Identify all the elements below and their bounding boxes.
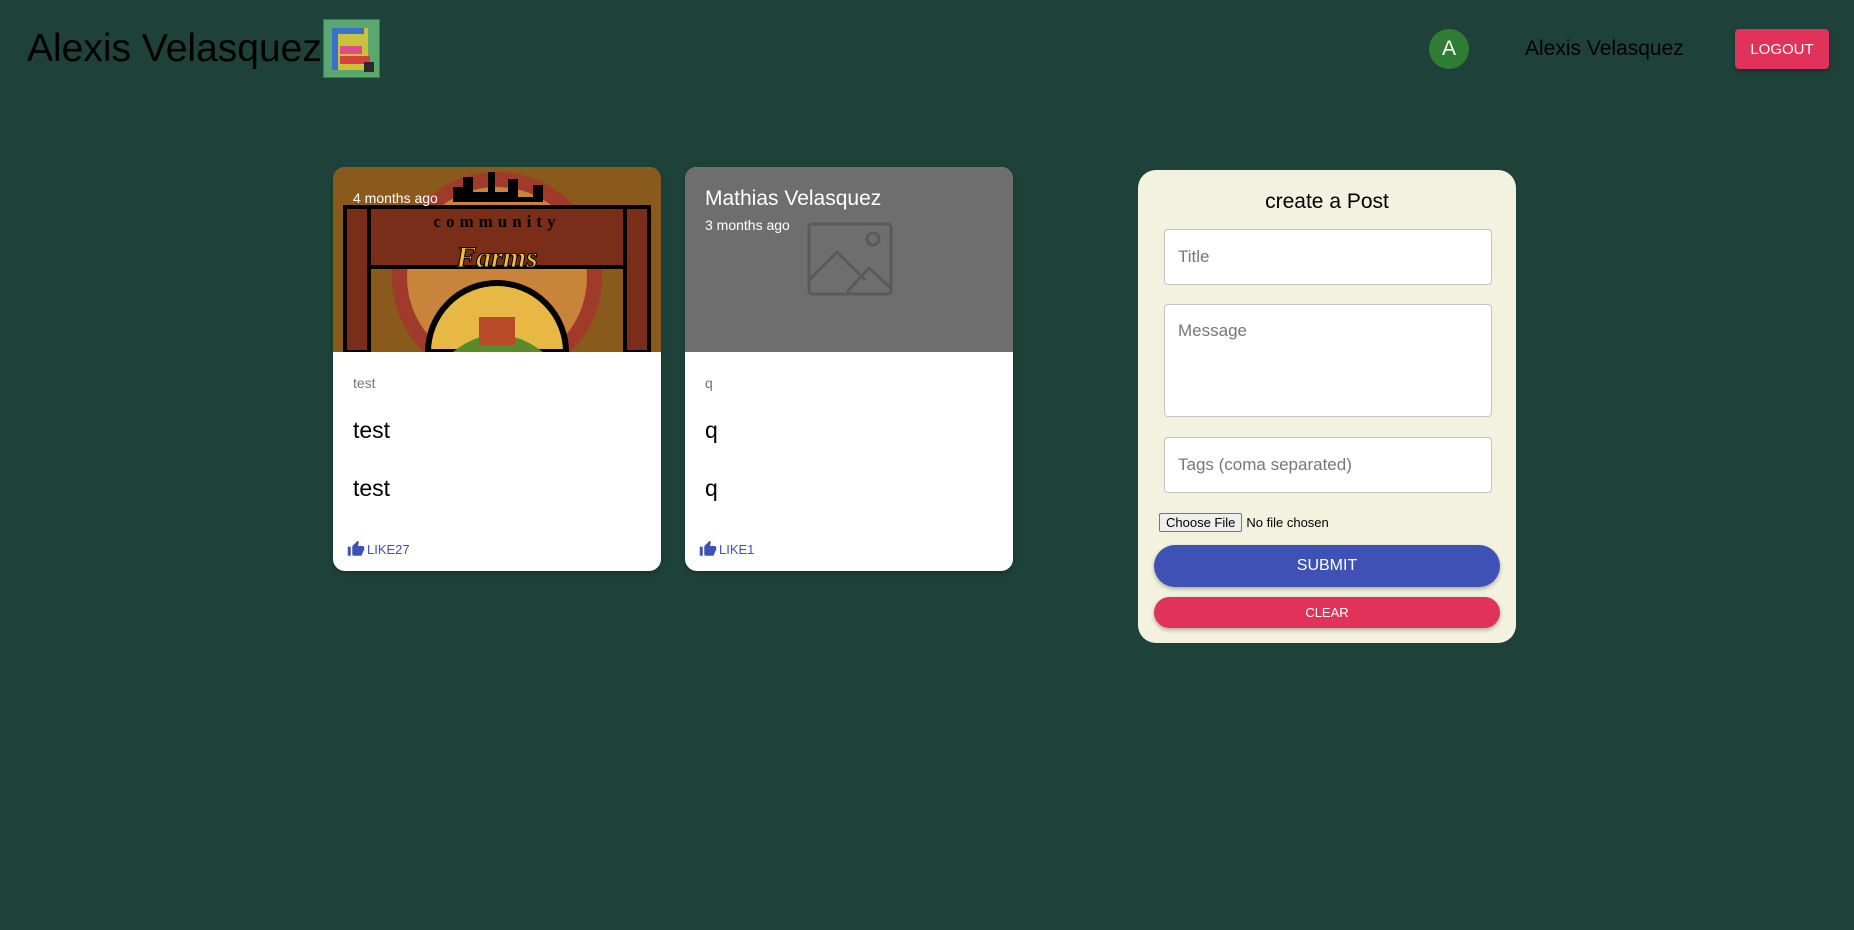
- svg-text:Farms: Farms: [455, 241, 538, 274]
- app-logo: [323, 19, 380, 78]
- clear-button[interactable]: CLEAR: [1154, 597, 1500, 628]
- post-tags: q: [705, 375, 713, 391]
- post-image: Mathias Velasquez 3 months ago: [685, 167, 1013, 352]
- post-message: q: [705, 475, 718, 501]
- submit-button[interactable]: SUBMIT: [1154, 545, 1500, 587]
- post-author: Mathias Velasquez: [705, 187, 882, 210]
- message-input[interactable]: [1164, 304, 1492, 417]
- post-title: q: [705, 417, 718, 443]
- thumb-up-icon: [699, 540, 717, 556]
- file-picker: Choose File No file chosen: [1159, 513, 1329, 532]
- tags-input[interactable]: [1164, 437, 1492, 493]
- post-tags: test: [353, 375, 376, 391]
- app-title: Alexis Velasquez: [27, 27, 322, 70]
- like-button[interactable]: LIKE1: [699, 540, 754, 558]
- like-label: LIKE27: [367, 541, 410, 557]
- image-placeholder-icon: [807, 222, 893, 296]
- post-image: community Farms 4 months ago: [333, 167, 661, 382]
- choose-file-button[interactable]: Choose File: [1159, 513, 1243, 532]
- post-card[interactable]: community Farms 4 months ago test test t…: [333, 167, 661, 571]
- thumb-up-icon: [347, 540, 365, 556]
- svg-text:community: community: [433, 212, 560, 231]
- user-avatar[interactable]: A: [1429, 29, 1469, 69]
- like-label: LIKE1: [719, 541, 755, 557]
- post-time: 4 months ago: [353, 190, 438, 206]
- post-title: test: [353, 417, 391, 443]
- title-input[interactable]: [1164, 229, 1492, 285]
- create-post-form: create a Post Choose File No file chosen…: [1138, 170, 1516, 643]
- logout-button[interactable]: LOGOUT: [1735, 29, 1829, 69]
- post-message: test: [353, 475, 391, 501]
- header-user-name: Alexis Velasquez: [1525, 37, 1684, 60]
- form-title: create a Post: [1265, 190, 1389, 213]
- post-card[interactable]: Mathias Velasquez 3 months ago q q q LIK…: [685, 167, 1013, 571]
- file-status: No file chosen: [1246, 515, 1329, 530]
- like-button[interactable]: LIKE27: [347, 540, 410, 558]
